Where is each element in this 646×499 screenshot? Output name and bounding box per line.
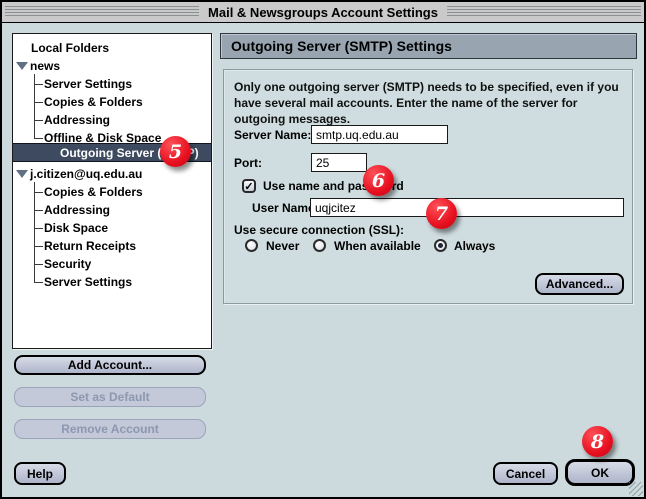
tree-item-news-addressing[interactable]: Addressing (44, 111, 110, 129)
server-name-label: Server Name: (234, 126, 311, 145)
tree-item-acct-disk-space[interactable]: Disk Space (44, 219, 108, 237)
annotation-badge-5: 5 (160, 136, 191, 167)
tree-item-acct-addressing[interactable]: Addressing (44, 201, 110, 219)
port-input[interactable] (311, 153, 367, 172)
ssl-never-label: Never (266, 237, 299, 256)
ssl-always-radio[interactable] (434, 239, 447, 252)
tree-item-news-copies-folders[interactable]: Copies & Folders (44, 93, 143, 111)
ssl-always-label: Always (454, 237, 495, 256)
tree-line (34, 84, 43, 85)
account-settings-dialog: Mail & Newsgroups Account Settings Local… (0, 0, 646, 499)
tree-item-news[interactable]: news (30, 57, 60, 75)
tree-line (34, 182, 35, 282)
ssl-never-radio[interactable] (245, 239, 258, 252)
window-title: Mail & Newsgroups Account Settings (199, 5, 447, 20)
disclosure-triangle-icon[interactable] (16, 62, 28, 70)
ssl-when-available-radio[interactable] (313, 239, 326, 252)
annotation-badge-8: 8 (582, 426, 613, 457)
title-bar[interactable]: Mail & Newsgroups Account Settings (2, 2, 644, 23)
ok-button[interactable]: OK (565, 459, 635, 486)
tree-item-news-server-settings[interactable]: Server Settings (44, 75, 132, 93)
tree-line (34, 192, 43, 193)
add-account-button[interactable]: Add Account... (14, 355, 206, 375)
set-as-default-button[interactable]: Set as Default (14, 387, 206, 407)
panel-heading: Outgoing Server (SMTP) Settings (220, 33, 637, 59)
help-button[interactable]: Help (14, 462, 66, 485)
annotation-badge-6: 6 (363, 165, 394, 196)
tree-item-local-folders[interactable]: Local Folders (31, 39, 109, 57)
panel-description: Only one outgoing server (SMTP) needs to… (234, 79, 626, 127)
tree-line (34, 210, 43, 211)
tree-line (34, 138, 43, 139)
tree-line (34, 246, 43, 247)
remove-account-button[interactable]: Remove Account (14, 419, 206, 439)
tree-line (34, 264, 43, 265)
advanced-button[interactable]: Advanced... (535, 273, 624, 295)
ssl-when-available-label: When available (334, 237, 421, 256)
server-name-input[interactable] (311, 125, 448, 144)
tree-line (34, 282, 43, 283)
tree-item-acct-copies-folders[interactable]: Copies & Folders (44, 183, 143, 201)
tree-item-account[interactable]: j.citizen@uq.edu.au (30, 165, 142, 183)
user-name-label: User Name: (252, 199, 319, 218)
tree-item-acct-server-settings[interactable]: Server Settings (44, 273, 132, 291)
annotation-badge-7: 7 (426, 198, 457, 229)
radio-dot-icon (438, 243, 443, 248)
port-label: Port: (234, 154, 262, 173)
tree-item-acct-return-receipts[interactable]: Return Receipts (44, 237, 136, 255)
tree-line (34, 102, 43, 103)
cancel-button[interactable]: Cancel (493, 462, 558, 485)
checkmark-icon: ✓ (244, 180, 253, 193)
tree-line (34, 228, 43, 229)
account-tree: Local Folders news Server Settings Copie… (12, 33, 212, 349)
tree-line (34, 120, 43, 121)
user-name-input[interactable] (310, 198, 624, 217)
disclosure-triangle-icon[interactable] (16, 170, 28, 178)
resize-grip[interactable] (629, 482, 643, 496)
tree-item-acct-security[interactable]: Security (44, 255, 91, 273)
use-name-password-checkbox[interactable]: ✓ (242, 179, 256, 193)
